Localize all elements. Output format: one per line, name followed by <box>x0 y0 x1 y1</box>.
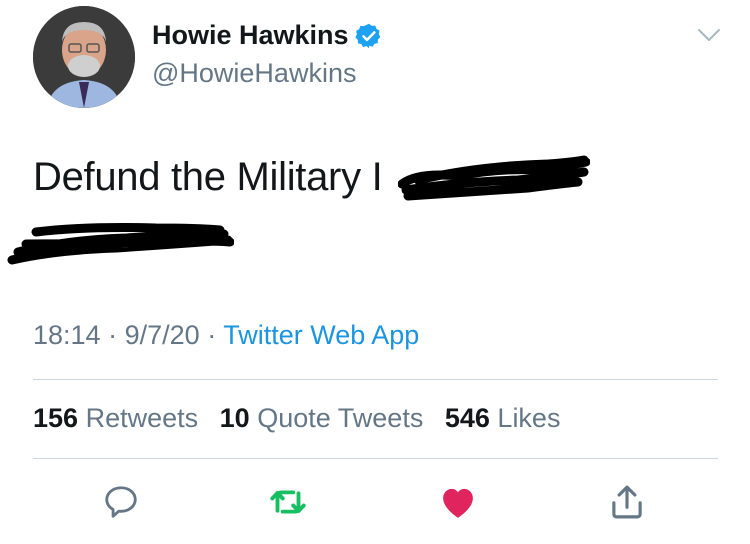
tweet-source-link[interactable]: Twitter Web App <box>223 320 419 350</box>
reply-button[interactable] <box>97 478 145 526</box>
share-icon <box>612 485 642 519</box>
chevron-down-icon[interactable] <box>696 24 722 46</box>
engagement-stats: 156 Retweets 10 Quote Tweets 546 Likes <box>33 403 574 434</box>
tweet-meta: 18:14 · 9/7/20 · Twitter Web App <box>33 320 419 351</box>
heart-icon <box>443 488 473 518</box>
quote-tweets-label: Quote Tweets <box>257 403 424 433</box>
meta-separator: · <box>108 320 118 350</box>
divider <box>33 458 718 459</box>
profile-photo <box>33 6 135 108</box>
tweet-date[interactable]: 9/7/20 <box>125 320 200 350</box>
like-button[interactable] <box>434 478 482 526</box>
retweets-count: 156 <box>33 403 79 433</box>
reply-icon <box>105 486 137 518</box>
retweet-icon <box>270 490 306 514</box>
likes-count: 546 <box>444 403 490 433</box>
redaction-scribble-line2 <box>7 223 234 265</box>
likes-label: Likes <box>497 403 561 433</box>
quote-tweets-count: 10 <box>219 403 250 433</box>
retweets-stat[interactable]: 156 Retweets <box>33 403 206 433</box>
meta-separator: · <box>207 320 217 350</box>
avatar[interactable] <box>33 6 135 108</box>
quote-tweets-stat[interactable]: 10 Quote Tweets <box>220 403 431 433</box>
share-button[interactable] <box>603 478 651 526</box>
display-name[interactable]: Howie Hawkins <box>152 20 383 51</box>
redaction-scribble-line1 <box>398 155 590 201</box>
tweet-text: Defund the Military I <box>33 155 383 199</box>
display-name-text: Howie Hawkins <box>152 20 349 50</box>
retweet-button[interactable] <box>264 478 312 526</box>
divider <box>33 379 718 380</box>
retweets-label: Retweets <box>85 403 199 433</box>
user-handle[interactable]: @HowieHawkins <box>152 58 356 89</box>
likes-stat[interactable]: 546 Likes <box>445 403 561 433</box>
tweet-time[interactable]: 18:14 <box>33 320 101 350</box>
verified-badge-icon <box>354 23 380 48</box>
